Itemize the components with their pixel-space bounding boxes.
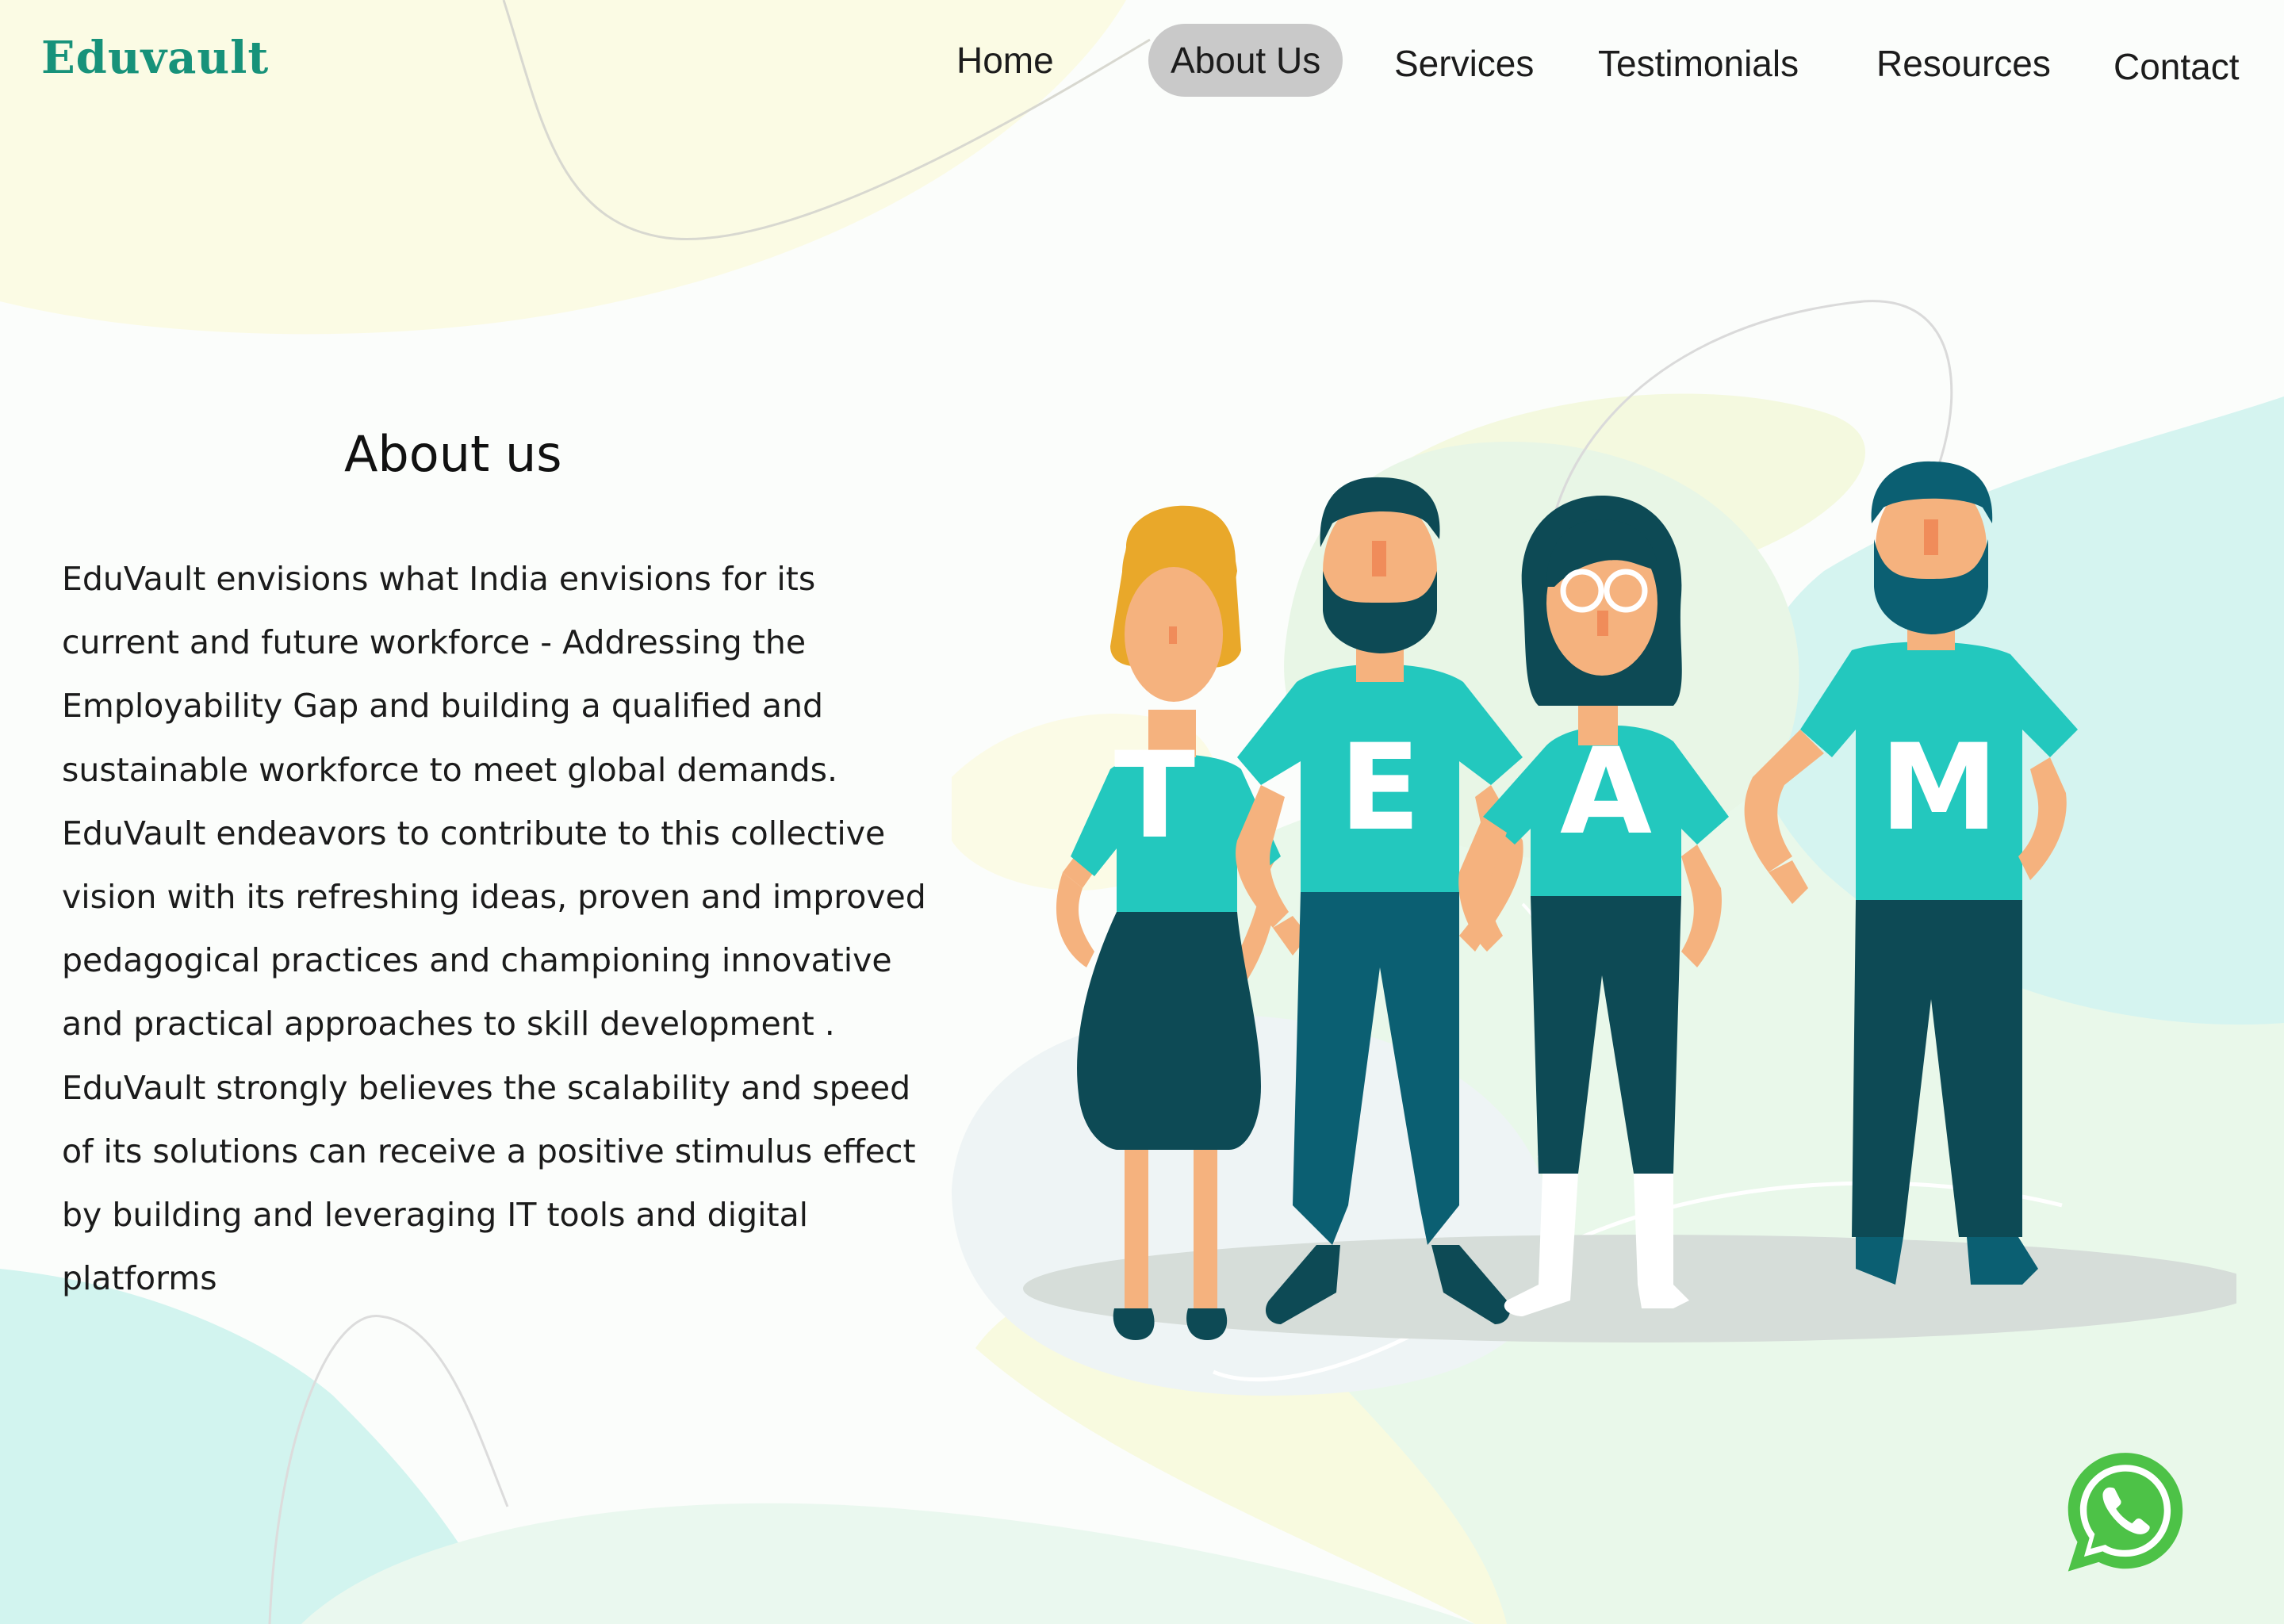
nav-contact[interactable]: Contact bbox=[2113, 30, 2240, 103]
whatsapp-icon[interactable] bbox=[2059, 1445, 2192, 1578]
team-member-m: M bbox=[1744, 461, 2078, 1285]
nav-about-us[interactable]: About Us bbox=[1148, 24, 1343, 97]
nav-resources[interactable]: Resources bbox=[1876, 27, 2051, 100]
nav-services[interactable]: Services bbox=[1394, 27, 1534, 100]
team-letter-e: E bbox=[1339, 719, 1420, 857]
about-body-text: EduVault envisions what India envisions … bbox=[62, 560, 926, 1298]
about-title: About us bbox=[344, 425, 562, 483]
team-letter-m: M bbox=[1880, 719, 1998, 857]
team-illustration: T E A M bbox=[1023, 461, 2236, 1342]
team-letter-t: T bbox=[1114, 727, 1195, 865]
nav-home[interactable]: Home bbox=[956, 24, 1054, 97]
team-member-t: T bbox=[1056, 505, 1281, 1340]
nav-testimonials[interactable]: Testimonials bbox=[1598, 27, 1799, 100]
team-letter-a: A bbox=[1560, 723, 1652, 861]
main-nav: Home About Us Services Testimonials Reso… bbox=[0, 24, 2284, 103]
